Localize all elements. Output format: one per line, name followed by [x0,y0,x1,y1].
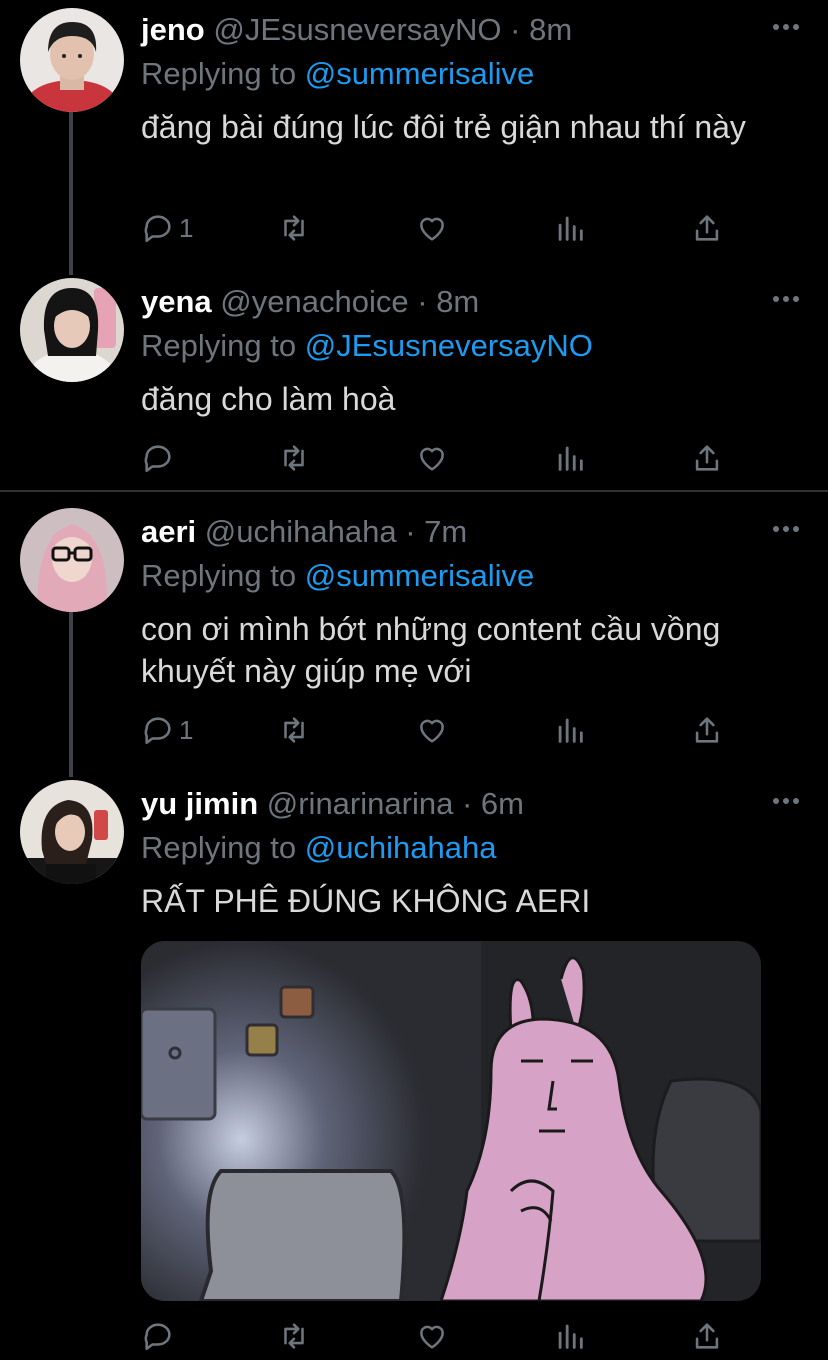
analytics-bars-icon [558,1324,583,1349]
reply-bubble-icon [144,1323,171,1351]
heart-icon [420,217,444,241]
tweet-actions [141,438,741,478]
timestamp[interactable]: 7m [424,514,467,549]
handle[interactable]: @uchihahaha [205,514,397,549]
handle[interactable]: @JEsusneversayNO [213,12,501,47]
avatar-yu-jimin[interactable] [20,780,124,884]
tweet-aeri[interactable]: aeri @uchihahaha · 7m Replying to @summe… [0,508,828,758]
analytics-bars-icon [558,446,583,471]
retweet-button[interactable] [277,208,311,248]
tweet-header: aeri @uchihahaha · 7m [141,512,467,552]
tweet-actions: 1 [141,710,741,750]
analytics-button[interactable] [553,208,587,248]
analytics-button[interactable] [553,1316,587,1356]
analytics-bars-icon [558,216,583,241]
more-icon[interactable] [770,22,802,32]
timestamp[interactable]: 6m [481,786,524,821]
share-upload-icon [695,717,719,743]
tweet-yena[interactable]: yena @yenachoice · 8m Replying to @JEsus… [0,278,828,488]
tweet-actions [141,1316,741,1356]
reply-bubble-icon [144,445,171,473]
like-button[interactable] [415,1316,449,1356]
replying-to: Replying to @summerisalive [141,556,534,596]
tweet-header: jeno @JEsusneversayNO · 8m [141,10,572,50]
share-upload-icon [695,1323,719,1349]
tweet-actions: 1 [141,208,741,248]
avatar-jeno[interactable] [20,8,124,112]
reply-bubble-icon [144,215,171,243]
separator-dot: · [405,514,416,549]
tweet-media-image[interactable] [141,941,761,1301]
separator-dot: · [510,12,521,47]
like-button[interactable] [415,710,449,750]
share-button[interactable] [690,1316,724,1356]
retweet-icon [284,215,304,241]
separator-dot: · [417,284,428,319]
more-icon[interactable] [770,796,802,806]
like-button[interactable] [415,208,449,248]
reply-button[interactable] [141,438,179,478]
handle[interactable]: @rinarinarina [267,786,454,821]
like-button[interactable] [415,438,449,478]
tweet-text: đăng bài đúng lúc đôi trẻ giận nhau thí … [141,109,746,145]
replying-to-label: Replying to [141,56,297,91]
tweet-header: yena @yenachoice · 8m [141,282,479,322]
retweet-icon [284,445,304,471]
handle[interactable]: @yenachoice [220,284,408,319]
reply-button[interactable] [141,1316,179,1356]
reply-count: 1 [179,212,194,243]
avatar-aeri[interactable] [20,508,124,612]
retweet-button[interactable] [277,710,311,750]
reply-mention-link[interactable]: @uchihahaha [305,830,497,865]
retweet-button[interactable] [277,1316,311,1356]
share-upload-icon [695,215,719,241]
tweet-text: con ơi mình bớt những content cầu vồng k… [141,611,721,689]
tweet-header: yu jimin @rinarinarina · 6m [141,784,524,824]
reply-button[interactable]: 1 [141,710,193,750]
reply-bubble-icon [144,717,171,745]
tweet-jeno[interactable]: jeno @JEsusneversayNO · 8m Replying to @… [0,6,828,256]
analytics-bars-icon [558,718,583,743]
reply-mention-link[interactable]: @summerisalive [305,558,535,593]
reply-button[interactable]: 1 [141,208,193,248]
analytics-button[interactable] [553,438,587,478]
replying-to: Replying to @uchihahaha [141,828,497,868]
share-upload-icon [695,445,719,471]
share-button[interactable] [690,438,724,478]
display-name[interactable]: jeno [141,12,205,47]
timestamp[interactable]: 8m [529,12,572,47]
share-button[interactable] [690,710,724,750]
replying-to: Replying to @JEsusneversayNO [141,326,593,366]
retweet-icon [284,1323,304,1349]
share-button[interactable] [690,208,724,248]
display-name[interactable]: yu jimin [141,786,258,821]
tweet-text: đăng cho làm hoà [141,381,396,417]
replying-to: Replying to @summerisalive [141,54,534,94]
display-name[interactable]: aeri [141,514,196,549]
retweet-icon [284,717,304,743]
reply-count: 1 [179,714,194,745]
thread-divider [0,490,828,492]
more-icon[interactable] [770,524,802,534]
replying-to-label: Replying to [141,830,297,865]
replying-to-label: Replying to [141,328,297,363]
reply-mention-link[interactable]: @summerisalive [305,56,535,91]
analytics-button[interactable] [553,710,587,750]
heart-icon [420,447,444,471]
heart-icon [420,1325,444,1349]
tweet-text: RẤT PHÊ ĐÚNG KHÔNG AERI [141,883,591,919]
heart-icon [420,719,444,743]
display-name[interactable]: yena [141,284,212,319]
reply-mention-link[interactable]: @JEsusneversayNO [305,328,593,363]
replying-to-label: Replying to [141,558,297,593]
retweet-button[interactable] [277,438,311,478]
timestamp[interactable]: 8m [436,284,479,319]
separator-dot: · [461,786,473,821]
avatar-yena[interactable] [20,278,124,382]
more-icon[interactable] [770,294,802,304]
